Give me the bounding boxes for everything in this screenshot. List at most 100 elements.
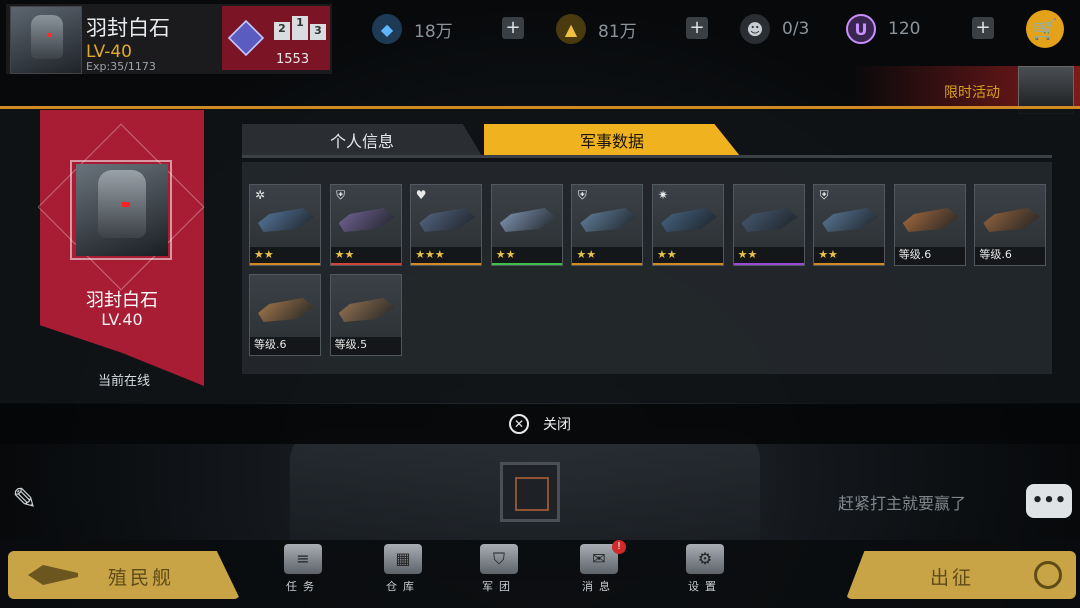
podium-icon: 2 1 3 xyxy=(274,16,326,40)
nav-legion[interactable]: ⛉ 军团 xyxy=(464,544,534,604)
item-grade: ★★ xyxy=(733,247,804,265)
item-image xyxy=(983,208,1040,232)
message-notification-badge: ! xyxy=(612,540,626,554)
colony-label: 殖民舰 xyxy=(108,567,175,589)
item-image xyxy=(741,208,798,232)
rank-score: 1553 xyxy=(276,52,310,67)
add-gold-button[interactable]: + xyxy=(686,17,708,39)
tab-underline xyxy=(242,155,1052,158)
settings-icon: ⚙ xyxy=(686,544,724,574)
item-slot[interactable]: ★★ xyxy=(732,184,805,266)
item-grade: ★★ xyxy=(814,247,885,265)
crystal-icon: ◆ xyxy=(372,14,402,44)
item-slot[interactable]: 等级.6 xyxy=(249,274,321,356)
player-portrait xyxy=(76,164,168,256)
item-badge-icon xyxy=(253,278,267,292)
ship-icon xyxy=(28,565,78,585)
nav-warehouse[interactable]: ▦ 仓库 xyxy=(368,544,438,604)
item-slot[interactable]: 等级.6 xyxy=(974,184,1047,266)
item-slot[interactable]: ♥ ★★★ xyxy=(410,184,483,266)
item-slot[interactable]: ⛨ ★★ xyxy=(813,184,886,266)
sortie-button[interactable]: 出征 xyxy=(846,551,1076,599)
item-grade: ★★★ xyxy=(411,247,482,265)
wrench-icon[interactable]: ✎ xyxy=(12,482,37,517)
player-exp: Exp:35/1173 xyxy=(86,60,156,73)
crystal-value: 18万 xyxy=(414,21,453,42)
close-bar[interactable]: ✕ 关闭 xyxy=(0,404,1080,444)
item-image xyxy=(338,208,395,232)
nav-settings[interactable]: ⚙ 设置 xyxy=(670,544,740,604)
player-name: 羽封白石 xyxy=(86,16,170,40)
task-icon: ≡ xyxy=(284,544,322,574)
item-grade: 等级.5 xyxy=(330,337,401,355)
nav-message[interactable]: ✉ 消息 xyxy=(564,544,634,604)
add-crystal-button[interactable]: + xyxy=(502,17,524,39)
limited-event-button[interactable]: 限时活动 xyxy=(850,66,1080,114)
resource-pilot: ☻ 0/3 xyxy=(740,12,809,46)
item-image xyxy=(499,208,556,232)
item-slot[interactable]: ⛨ ★★ xyxy=(571,184,644,266)
warehouse-icon: ▦ xyxy=(384,544,422,574)
u-currency-icon: U xyxy=(846,14,876,44)
item-slot[interactable]: ✷ ★★ xyxy=(652,184,724,266)
player-avatar[interactable] xyxy=(10,6,82,74)
item-badge-icon xyxy=(978,188,992,202)
item-image xyxy=(902,208,959,232)
item-slot[interactable]: ⛨ ★★ xyxy=(329,184,402,266)
u-value: 120 xyxy=(888,19,921,39)
item-image xyxy=(661,208,717,232)
item-grade: ★★ xyxy=(653,247,723,265)
target-icon xyxy=(1034,561,1062,589)
player-level: LV-40 xyxy=(86,42,133,62)
sortie-label: 出征 xyxy=(930,567,975,589)
top-bar: 羽封白石 LV-40 Exp:35/1173 2 1 3 1553 ◆ 18万 … xyxy=(0,0,1080,74)
item-grade: ★★ xyxy=(491,247,562,265)
item-grade: 等级.6 xyxy=(894,247,965,265)
chat-message: 赶紧打主就要赢了 xyxy=(838,494,967,513)
gold-icon: ▲ xyxy=(556,14,586,44)
item-slot[interactable]: ★★ xyxy=(490,184,563,266)
card-player-name: 羽封白石 xyxy=(86,290,158,311)
pilot-value: 0/3 xyxy=(782,19,810,39)
item-image xyxy=(822,208,879,232)
rank-badge[interactable]: 2 1 3 1553 xyxy=(222,6,330,70)
colony-ship-button[interactable]: 殖民舰 xyxy=(8,551,240,599)
item-image xyxy=(258,298,314,322)
item-image xyxy=(419,208,476,232)
pilot-icon: ☻ xyxy=(740,14,770,44)
item-badge-icon: ♥ xyxy=(415,188,427,202)
legion-icon: ⛉ xyxy=(480,544,518,574)
rank-emblem-icon xyxy=(227,19,265,57)
item-image xyxy=(580,208,637,232)
event-label: 限时活动 xyxy=(944,85,1000,101)
item-slot[interactable]: 等级.5 xyxy=(329,274,402,356)
resource-gold: ▲ 81万 xyxy=(556,12,637,46)
add-u-button[interactable]: + xyxy=(972,17,994,39)
resource-u: U 120 xyxy=(846,12,920,46)
item-image xyxy=(258,208,314,232)
mothership-core xyxy=(500,462,560,522)
item-slot[interactable]: ✲ ★★ xyxy=(249,184,321,266)
item-badge-icon xyxy=(334,278,348,292)
item-badge-icon: ⛨ xyxy=(336,188,346,202)
item-grade: 等级.6 xyxy=(975,247,1046,265)
item-grade: 等级.6 xyxy=(250,337,320,355)
nav-task[interactable]: ≡ 任务 xyxy=(268,544,338,604)
shop-cart-icon[interactable]: 🛒 xyxy=(1026,10,1064,48)
item-badge-icon: ⛨ xyxy=(819,188,829,202)
item-image xyxy=(338,298,395,322)
item-badge-icon xyxy=(737,188,751,202)
tab-military-data[interactable]: 军事数据 xyxy=(484,124,740,156)
item-grade: ★★ xyxy=(572,247,643,265)
online-status: 当前在线 xyxy=(97,374,150,389)
gold-value: 81万 xyxy=(598,21,637,42)
chat-button[interactable]: ••• xyxy=(1026,484,1072,518)
resource-crystal: ◆ 18万 xyxy=(372,12,453,46)
item-badge-icon xyxy=(495,188,509,202)
card-player-level: LV.40 xyxy=(101,310,143,329)
item-grade: ★★ xyxy=(330,247,401,265)
close-label[interactable]: 关闭 xyxy=(543,414,571,434)
item-slot[interactable]: 等级.6 xyxy=(893,184,966,266)
tab-personal-info[interactable]: 个人信息 xyxy=(242,124,482,156)
close-icon[interactable]: ✕ xyxy=(509,414,529,434)
